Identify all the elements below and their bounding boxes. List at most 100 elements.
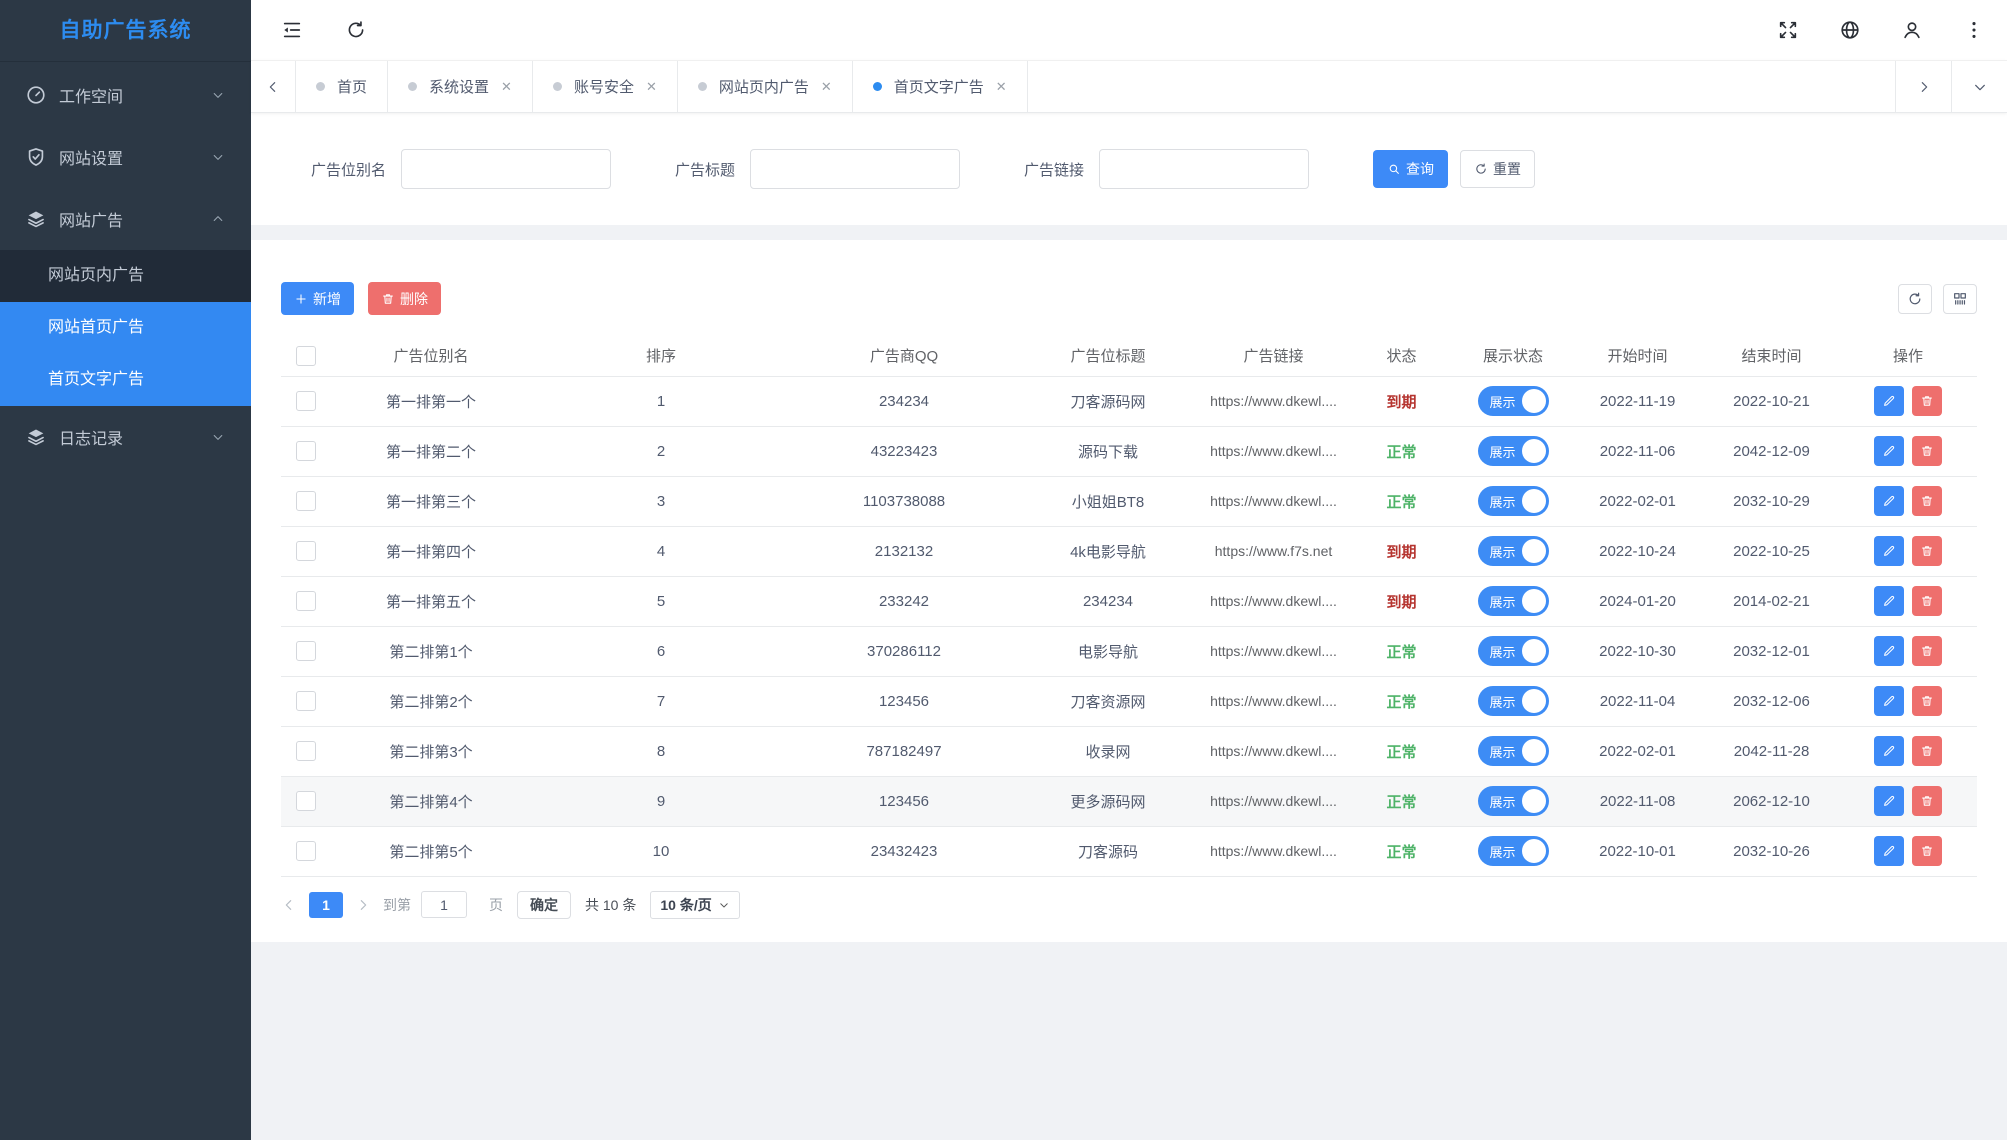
cell-start-time: 2022-02-01 — [1571, 476, 1704, 526]
tabs-scroll-left-button[interactable] — [251, 61, 296, 112]
delete-button[interactable]: 删除 — [368, 282, 441, 315]
row-delete-button[interactable] — [1912, 436, 1942, 466]
page-prev-button[interactable] — [281, 897, 297, 913]
row-delete-button[interactable] — [1912, 736, 1942, 766]
menu-fold-icon[interactable] — [281, 19, 303, 41]
cell-link: https://www.dkewl.... — [1199, 726, 1348, 776]
cell-sort: 10 — [531, 826, 791, 876]
ads-table: 广告位别名排序广告商QQ广告位标题广告链接状态展示状态开始时间结束时间操作 第一… — [281, 336, 1977, 877]
pencil-icon — [1882, 794, 1896, 808]
sidebar-item-日志记录[interactable]: 日志记录 — [0, 406, 251, 468]
row-checkbox[interactable] — [296, 741, 316, 761]
refresh-icon[interactable] — [345, 19, 367, 41]
pencil-icon — [1882, 494, 1896, 508]
sidebar-item-网站设置[interactable]: 网站设置 — [0, 126, 251, 188]
chevron-left-icon — [265, 79, 281, 95]
tab-账号安全[interactable]: 账号安全 ✕ — [533, 61, 678, 112]
layers-icon — [25, 426, 47, 448]
more-icon[interactable] — [1963, 19, 1985, 41]
table-row: 第二排第1个6370286112电影导航https://www.dkewl...… — [281, 626, 1977, 676]
row-checkbox[interactable] — [296, 691, 316, 711]
close-icon[interactable]: ✕ — [996, 80, 1007, 93]
globe-icon[interactable] — [1839, 19, 1861, 41]
tab-首页[interactable]: 首页 — [296, 61, 388, 112]
row-checkbox[interactable] — [296, 591, 316, 611]
row-delete-button[interactable] — [1912, 486, 1942, 516]
display-toggle[interactable]: 展示 — [1478, 686, 1549, 716]
goto-confirm-button[interactable]: 确定 — [517, 891, 571, 919]
edit-button[interactable] — [1874, 586, 1904, 616]
close-icon[interactable]: ✕ — [646, 80, 657, 93]
cell-end-time: 2032-10-29 — [1704, 476, 1839, 526]
sidebar-item-网站广告[interactable]: 网站广告 — [0, 188, 251, 250]
chevron-down-icon — [1972, 79, 1988, 95]
column-header-广告链接: 广告链接 — [1199, 336, 1348, 376]
display-toggle[interactable]: 展示 — [1478, 736, 1549, 766]
tab-label: 账号安全 — [574, 76, 634, 97]
row-checkbox[interactable] — [296, 641, 316, 661]
row-checkbox[interactable] — [296, 541, 316, 561]
close-icon[interactable]: ✕ — [501, 80, 512, 93]
reset-button[interactable]: 重置 — [1460, 150, 1535, 188]
edit-button[interactable] — [1874, 786, 1904, 816]
page-number-button[interactable]: 1 — [309, 892, 343, 918]
display-toggle[interactable]: 展示 — [1478, 586, 1549, 616]
row-checkbox[interactable] — [296, 441, 316, 461]
row-delete-button[interactable] — [1912, 536, 1942, 566]
tabs-menu-button[interactable] — [1951, 61, 2007, 112]
tab-网站页内广告[interactable]: 网站页内广告✕ — [678, 61, 853, 112]
edit-button[interactable] — [1874, 386, 1904, 416]
tabs-scroll-right-button[interactable] — [1895, 61, 1951, 112]
column-header-广告位标题: 广告位标题 — [1017, 336, 1199, 376]
cell-title: 4k电影导航 — [1017, 526, 1199, 576]
display-toggle[interactable]: 展示 — [1478, 836, 1549, 866]
edit-button[interactable] — [1874, 636, 1904, 666]
close-icon[interactable]: ✕ — [821, 80, 832, 93]
cell-start-time: 2022-10-01 — [1571, 826, 1704, 876]
row-delete-button[interactable] — [1912, 686, 1942, 716]
cell-alias: 第一排第二个 — [331, 426, 531, 476]
sidebar-item-工作空间[interactable]: 工作空间 — [0, 64, 251, 126]
select-all-checkbox[interactable] — [296, 346, 316, 366]
edit-button[interactable] — [1874, 536, 1904, 566]
toggle-label: 展示 — [1490, 792, 1516, 811]
search-input-广告标题[interactable] — [750, 149, 960, 189]
row-delete-button[interactable] — [1912, 836, 1942, 866]
row-delete-button[interactable] — [1912, 586, 1942, 616]
page-next-button[interactable] — [355, 897, 371, 913]
edit-button[interactable] — [1874, 736, 1904, 766]
edit-button[interactable] — [1874, 486, 1904, 516]
sidebar-item-网站首页广告[interactable]: 网站首页广告 — [0, 302, 251, 354]
table-refresh-button[interactable] — [1898, 284, 1932, 314]
row-delete-button[interactable] — [1912, 786, 1942, 816]
display-toggle[interactable]: 展示 — [1478, 636, 1549, 666]
display-toggle[interactable]: 展示 — [1478, 786, 1549, 816]
page-size-select[interactable]: 10 条/页 — [650, 891, 739, 919]
header-select-all-cell — [281, 336, 331, 376]
display-toggle[interactable]: 展示 — [1478, 486, 1549, 516]
display-toggle[interactable]: 展示 — [1478, 536, 1549, 566]
query-button[interactable]: 查询 — [1373, 150, 1448, 188]
tab-系统设置[interactable]: 系统设置✕ — [388, 61, 533, 112]
sidebar-item-网站页内广告[interactable]: 网站页内广告 — [0, 250, 251, 302]
row-checkbox[interactable] — [296, 841, 316, 861]
edit-button[interactable] — [1874, 836, 1904, 866]
column-settings-button[interactable] — [1943, 284, 1977, 314]
edit-button[interactable] — [1874, 686, 1904, 716]
search-input-广告位别名[interactable] — [401, 149, 611, 189]
tab-首页文字广告[interactable]: 首页文字广告✕ — [853, 61, 1028, 112]
add-button[interactable]: 新增 — [281, 282, 354, 315]
row-checkbox[interactable] — [296, 491, 316, 511]
row-checkbox[interactable] — [296, 791, 316, 811]
sidebar-item-首页文字广告[interactable]: 首页文字广告 — [0, 354, 251, 406]
user-icon[interactable] — [1901, 19, 1923, 41]
goto-page-input[interactable] — [421, 891, 467, 918]
row-delete-button[interactable] — [1912, 636, 1942, 666]
search-input-广告链接[interactable] — [1099, 149, 1309, 189]
fullscreen-icon[interactable] — [1777, 19, 1799, 41]
edit-button[interactable] — [1874, 436, 1904, 466]
display-toggle[interactable]: 展示 — [1478, 386, 1549, 416]
row-delete-button[interactable] — [1912, 386, 1942, 416]
row-checkbox[interactable] — [296, 391, 316, 411]
display-toggle[interactable]: 展示 — [1478, 436, 1549, 466]
